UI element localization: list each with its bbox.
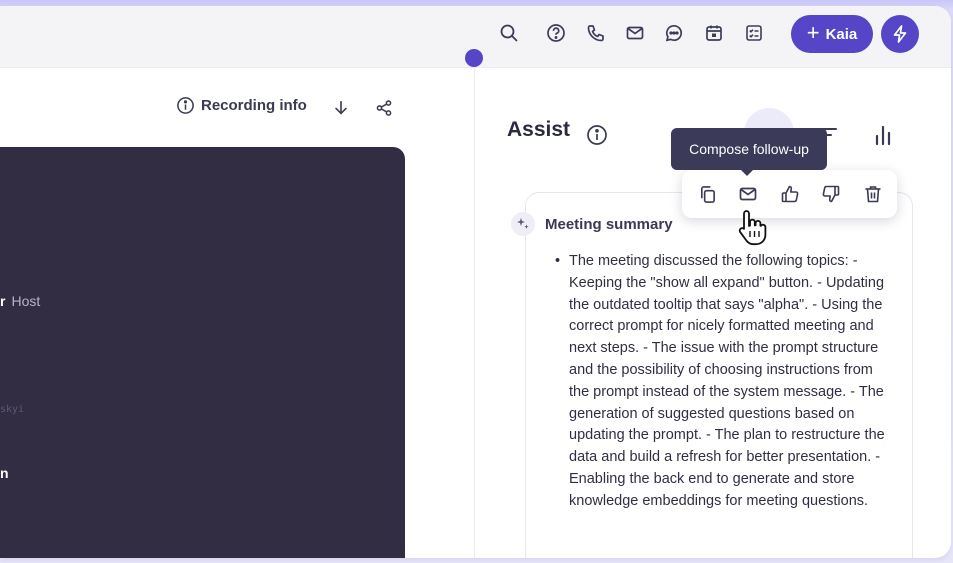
- phone-icon[interactable]: [585, 22, 607, 44]
- share-icon[interactable]: [374, 98, 394, 118]
- app-window: + Kaia Recording info r Host skyi n Assis…: [0, 6, 951, 558]
- participant-name: n: [0, 465, 9, 481]
- kaia-button-label: Kaia: [825, 25, 858, 43]
- kaia-button[interactable]: + Kaia: [791, 15, 873, 53]
- recording-panel: Recording info r Host skyi n: [0, 68, 475, 558]
- download-icon[interactable]: [331, 98, 351, 118]
- host-name: r: [0, 293, 6, 309]
- sparkle-icon: [511, 212, 535, 236]
- summary-paragraph: The meeting discussed the following topi…: [569, 253, 885, 509]
- hand-cursor-icon: [735, 209, 771, 247]
- collapse-handle[interactable]: [465, 49, 483, 67]
- transcript-panel: r Host skyi n: [0, 147, 405, 558]
- host-row: r Host: [0, 293, 40, 309]
- tooltip-arrow: [740, 169, 754, 176]
- thumbs-up-icon[interactable]: [780, 184, 800, 204]
- tooltip: Compose follow-up: [671, 128, 827, 170]
- help-icon[interactable]: [545, 22, 567, 44]
- summary-header: Meeting summary: [511, 212, 673, 236]
- chat-icon[interactable]: [663, 22, 685, 44]
- copy-icon[interactable]: [697, 184, 717, 204]
- bullet: •: [555, 253, 561, 269]
- summary-title: Meeting summary: [545, 215, 673, 233]
- recording-info-button[interactable]: Recording info: [176, 96, 307, 115]
- recording-info-label: Recording info: [201, 97, 307, 114]
- assist-title: Assist: [507, 118, 571, 141]
- search-icon[interactable]: [498, 22, 520, 44]
- mail-icon[interactable]: [624, 22, 646, 44]
- calendar-icon[interactable]: [703, 22, 725, 44]
- summary-text: • The meeting discussed the following to…: [555, 251, 895, 513]
- host-label: Host: [11, 293, 41, 309]
- thumbs-down-icon[interactable]: [821, 184, 841, 204]
- compose-follow-up-mail-icon[interactable]: [738, 184, 758, 204]
- message-action-bar: [682, 170, 897, 218]
- trash-icon[interactable]: [863, 184, 883, 204]
- faint-text: skyi: [0, 404, 25, 415]
- info-icon[interactable]: [586, 124, 608, 146]
- quick-action-button[interactable]: [881, 15, 919, 53]
- plus-icon: +: [806, 20, 820, 45]
- info-icon: [177, 97, 194, 114]
- checklist-icon[interactable]: [743, 22, 765, 44]
- lightning-icon: [893, 25, 907, 43]
- bar-chart-icon[interactable]: [873, 124, 893, 146]
